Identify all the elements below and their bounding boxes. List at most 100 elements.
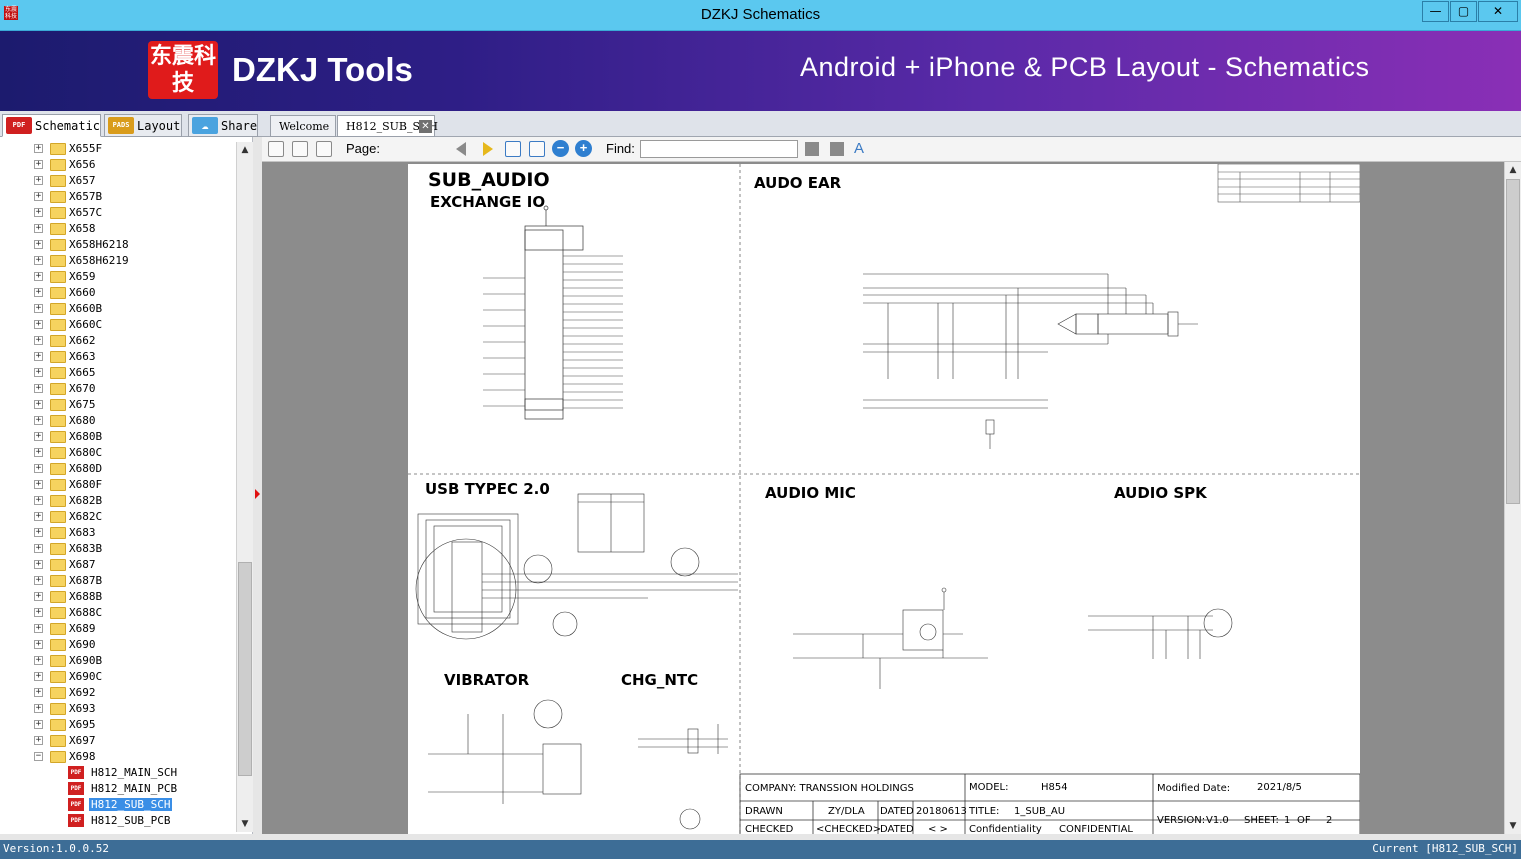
- expand-icon[interactable]: +: [34, 448, 43, 457]
- fit-page-icon[interactable]: [529, 141, 545, 157]
- copy-icon[interactable]: [292, 141, 308, 157]
- scroll-down-icon[interactable]: ▼: [237, 816, 253, 832]
- tree-folder[interactable]: + X658H6218: [0, 237, 236, 253]
- tree-file[interactable]: PDF H812_SUB_SCH: [0, 797, 236, 813]
- tree-folder[interactable]: + X659: [0, 269, 236, 285]
- expand-icon[interactable]: +: [34, 640, 43, 649]
- tree-folder[interactable]: − X698: [0, 749, 236, 765]
- tree-folder[interactable]: + X680F: [0, 477, 236, 493]
- expand-icon[interactable]: +: [34, 288, 43, 297]
- expand-icon[interactable]: +: [34, 672, 43, 681]
- expand-icon[interactable]: +: [34, 528, 43, 537]
- tree-folder[interactable]: + X675: [0, 397, 236, 413]
- expand-icon[interactable]: +: [34, 240, 43, 249]
- tree-folder[interactable]: + X683: [0, 525, 236, 541]
- minimize-button[interactable]: —: [1422, 1, 1449, 22]
- expand-icon[interactable]: +: [34, 496, 43, 505]
- expand-icon[interactable]: +: [34, 192, 43, 201]
- expand-icon[interactable]: +: [34, 368, 43, 377]
- tree-folder[interactable]: + X680: [0, 413, 236, 429]
- find-next-icon[interactable]: [830, 142, 844, 156]
- tree-folder[interactable]: + X690: [0, 637, 236, 653]
- expand-icon[interactable]: +: [34, 208, 43, 217]
- tab-h812-sub-sch[interactable]: H812_SUB_SCH ✕: [337, 115, 438, 137]
- tab-layout[interactable]: PADS Layout: [104, 114, 182, 137]
- panel-splitter[interactable]: [253, 137, 262, 834]
- expand-icon[interactable]: +: [34, 320, 43, 329]
- expand-icon[interactable]: +: [34, 304, 43, 313]
- tree-folder[interactable]: + X683B: [0, 541, 236, 557]
- expand-icon[interactable]: +: [34, 272, 43, 281]
- tree-folder[interactable]: + X655F: [0, 141, 236, 157]
- collapse-arrow-icon[interactable]: [255, 489, 260, 499]
- tree-folder[interactable]: + X687: [0, 557, 236, 573]
- tree-folder[interactable]: + X657: [0, 173, 236, 189]
- expand-icon[interactable]: +: [34, 592, 43, 601]
- expand-icon[interactable]: +: [34, 576, 43, 585]
- expand-icon[interactable]: +: [34, 656, 43, 665]
- expand-icon[interactable]: +: [34, 624, 43, 633]
- expand-icon[interactable]: +: [34, 560, 43, 569]
- zoom-out-icon[interactable]: −: [552, 140, 569, 157]
- tree-folder[interactable]: + X660C: [0, 317, 236, 333]
- tab-share[interactable]: ☁ Share: [188, 114, 258, 137]
- zoom-in-icon[interactable]: +: [575, 140, 592, 157]
- tree-folder[interactable]: + X690C: [0, 669, 236, 685]
- find-prev-icon[interactable]: [805, 142, 819, 156]
- expand-icon[interactable]: +: [34, 144, 43, 153]
- expand-icon[interactable]: +: [34, 352, 43, 361]
- expand-icon[interactable]: +: [34, 736, 43, 745]
- tree-folder[interactable]: + X689: [0, 621, 236, 637]
- tree-folder[interactable]: + X680C: [0, 445, 236, 461]
- tree-folder[interactable]: + X660B: [0, 301, 236, 317]
- expand-icon[interactable]: +: [34, 336, 43, 345]
- tree-folder[interactable]: + X663: [0, 349, 236, 365]
- expand-icon[interactable]: +: [34, 176, 43, 185]
- tree-folder[interactable]: + X657B: [0, 189, 236, 205]
- expand-icon[interactable]: +: [34, 160, 43, 169]
- tree-folder[interactable]: + X695: [0, 717, 236, 733]
- tree-folder[interactable]: + X693: [0, 701, 236, 717]
- maximize-button[interactable]: ▢: [1450, 1, 1477, 22]
- open-icon[interactable]: [268, 141, 284, 157]
- expand-icon[interactable]: +: [34, 224, 43, 233]
- viewer-scroll-thumb[interactable]: [1506, 179, 1520, 504]
- fit-width-icon[interactable]: [505, 141, 521, 157]
- expand-icon[interactable]: +: [34, 480, 43, 489]
- tree-scrollbar[interactable]: ▲ ▼: [236, 142, 253, 832]
- close-tab-icon[interactable]: ✕: [419, 120, 432, 133]
- tab-welcome[interactable]: Welcome: [270, 115, 336, 137]
- pages-icon[interactable]: [316, 141, 332, 157]
- viewer-scroll-up-icon[interactable]: ▲: [1505, 162, 1521, 178]
- highlight-icon[interactable]: A: [854, 140, 864, 157]
- expand-icon[interactable]: +: [34, 464, 43, 473]
- expand-icon[interactable]: +: [34, 720, 43, 729]
- find-input[interactable]: [640, 140, 798, 158]
- expand-icon[interactable]: +: [34, 416, 43, 425]
- tree-folder[interactable]: + X688C: [0, 605, 236, 621]
- expand-icon[interactable]: +: [34, 544, 43, 553]
- tree-folder[interactable]: + X697: [0, 733, 236, 749]
- tree-folder[interactable]: + X657C: [0, 205, 236, 221]
- expand-icon[interactable]: +: [34, 688, 43, 697]
- collapse-icon[interactable]: −: [34, 752, 43, 761]
- tree-file[interactable]: PDF H812_MAIN_PCB: [0, 781, 236, 797]
- tree-folder[interactable]: + X665: [0, 365, 236, 381]
- expand-icon[interactable]: +: [34, 432, 43, 441]
- viewer-scroll-down-icon[interactable]: ▼: [1505, 818, 1521, 834]
- tree-folder[interactable]: + X680B: [0, 429, 236, 445]
- expand-icon[interactable]: +: [34, 608, 43, 617]
- expand-icon[interactable]: +: [34, 512, 43, 521]
- close-button[interactable]: ✕: [1478, 1, 1518, 22]
- tree-folder[interactable]: + X688B: [0, 589, 236, 605]
- prev-page-icon[interactable]: [456, 142, 466, 156]
- tree-folder[interactable]: + X687B: [0, 573, 236, 589]
- tree-folder[interactable]: + X658H6219: [0, 253, 236, 269]
- tree-folder[interactable]: + X682B: [0, 493, 236, 509]
- tree-folder[interactable]: + X656: [0, 157, 236, 173]
- tab-schematic[interactable]: PDF Schematic: [2, 114, 101, 137]
- scroll-up-icon[interactable]: ▲: [237, 142, 253, 158]
- tree-file[interactable]: PDF H812_MAIN_SCH: [0, 765, 236, 781]
- expand-icon[interactable]: +: [34, 256, 43, 265]
- tree-folder[interactable]: + X670: [0, 381, 236, 397]
